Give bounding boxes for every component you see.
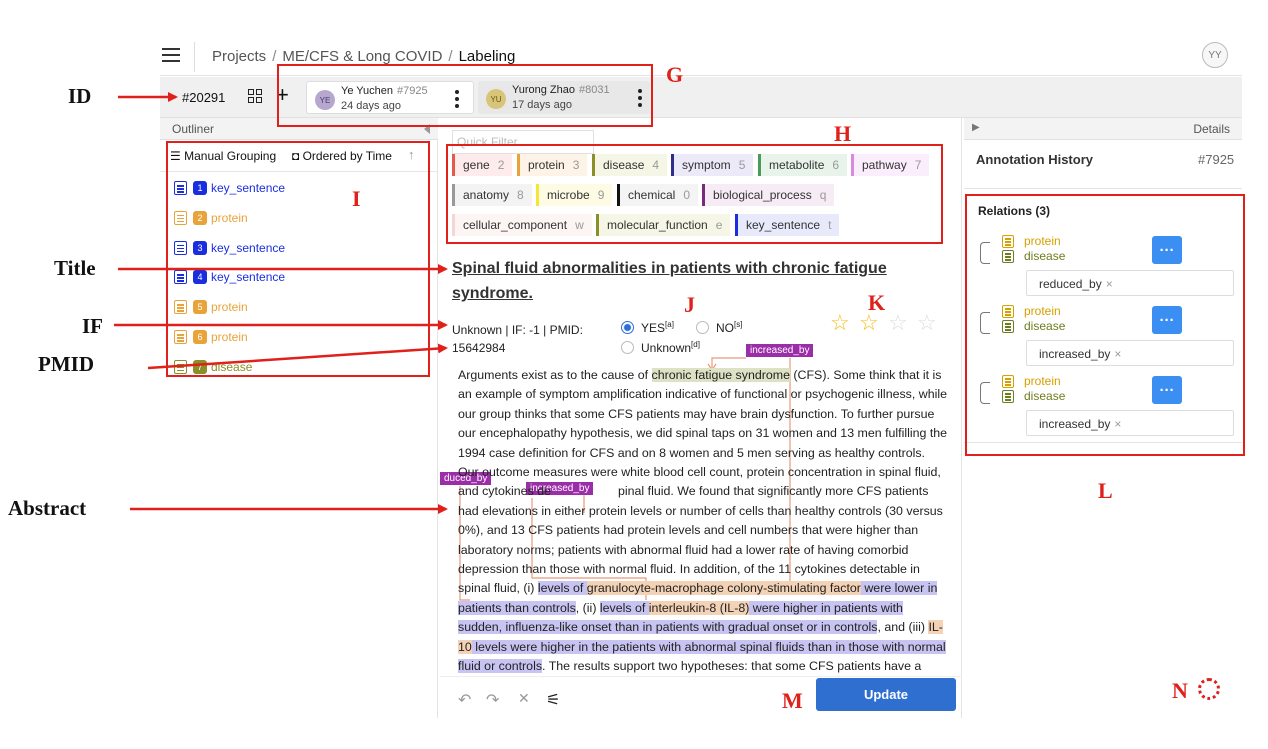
annotation-arrows (114, 92, 448, 514)
